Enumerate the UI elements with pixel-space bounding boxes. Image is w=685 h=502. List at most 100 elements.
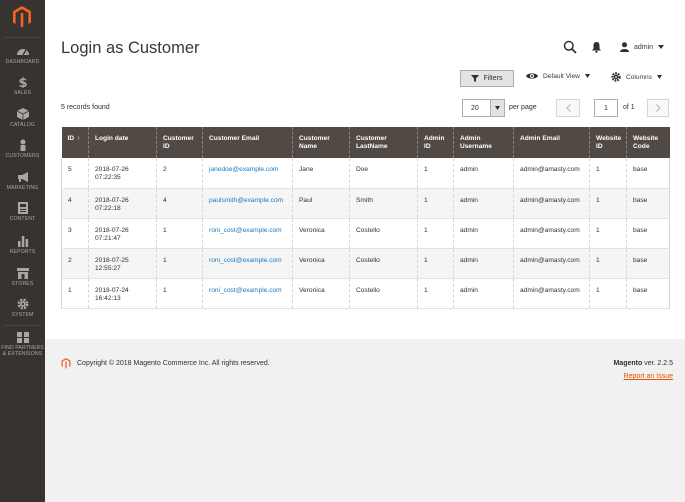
column-header-customer-name[interactable]: Customer Name [292, 127, 350, 158]
report-issue-link[interactable]: Report an Issue [624, 373, 673, 380]
column-header-id[interactable]: ID ↑ [61, 127, 89, 158]
cell-customer-email[interactable]: roni_cost@example.com [202, 218, 293, 249]
cell-admin-username: admin [453, 158, 514, 189]
column-header-website-code[interactable]: Website Code [626, 127, 670, 158]
sidebar-item-dashboard[interactable]: Dashboard [0, 45, 45, 65]
sidebar-item-label: Customers [5, 153, 40, 159]
header-label: Admin [424, 135, 445, 142]
cell-admin-email: admin@amasty.com [513, 248, 590, 279]
per-page-toggle[interactable] [490, 100, 504, 116]
cell-customer-id: 1 [156, 278, 203, 309]
filter-icon [471, 75, 480, 82]
cell-website-id: 1 [589, 278, 627, 309]
login-time: 07:21:47 [95, 234, 121, 242]
sidebar-item-stores[interactable]: Stores [0, 267, 45, 287]
table-row[interactable]: 1 2018-07-24 16:42:13 1 roni_cost@example… [61, 278, 670, 309]
column-header-admin-id[interactable]: Admin ID [417, 127, 454, 158]
cell-customer-name: Paul [292, 188, 350, 219]
svg-text:$: $ [18, 76, 27, 88]
column-header-website-id[interactable]: Website ID [589, 127, 627, 158]
column-header-admin-email[interactable]: Admin Email [513, 127, 590, 158]
sidebar-item-label: Dashboard [5, 59, 40, 65]
page-title: Login as Customer [61, 39, 200, 57]
megaphone-icon [17, 172, 28, 182]
default-view-dropdown[interactable]: Default View [526, 72, 590, 80]
cell-customer-email[interactable]: roni_cost@example.com [202, 248, 293, 279]
cell-login-date: 2018-07-26 07:22:18 [88, 188, 157, 219]
cell-customer-lastname: Costello [349, 218, 418, 249]
previous-page-button[interactable] [556, 99, 580, 117]
search-icon[interactable] [563, 40, 577, 54]
login-time: 12:55:27 [95, 264, 121, 272]
sidebar-item-marketing[interactable]: Marketing [0, 171, 45, 191]
filters-button[interactable]: Filters [460, 70, 514, 87]
table-row[interactable]: 4 2018-07-26 07:22:18 4 paulsmith@example… [61, 188, 670, 219]
sidebar-item-catalog[interactable]: Catalog [0, 108, 45, 128]
next-page-button[interactable] [647, 99, 669, 117]
cell-admin-id: 1 [417, 218, 454, 249]
cell-admin-id: 1 [417, 188, 454, 219]
dashboard-icon [16, 49, 29, 56]
per-page-select[interactable]: 20 [462, 99, 505, 117]
sort-arrow-up-icon: ↑ [77, 136, 81, 142]
cell-website-id: 1 [589, 218, 627, 249]
cell-id: 4 [61, 188, 89, 219]
table-row[interactable]: 5 2018-07-26 07:22:35 2 janedoe@example.c… [61, 158, 670, 189]
sidebar-item-reports[interactable]: Reports [0, 235, 45, 255]
login-date: 2018-07-24 [95, 286, 129, 294]
cell-customer-name: Veronica [292, 248, 350, 279]
column-header-admin-username[interactable]: Admin Username [453, 127, 514, 158]
user-menu[interactable]: admin [620, 41, 665, 53]
user-name: admin [634, 43, 654, 51]
cell-customer-lastname: Costello [349, 248, 418, 279]
login-time: 07:22:35 [95, 174, 121, 181]
cell-customer-email[interactable]: roni_cost@example.com [202, 278, 293, 309]
brand-name: Magento [613, 360, 643, 367]
eye-icon [526, 73, 538, 79]
bell-icon[interactable] [591, 41, 602, 53]
column-header-customer-lastname[interactable]: Customer LastName [349, 127, 418, 158]
sidebar-item-customers[interactable]: Customers [0, 139, 45, 159]
header-label: ID [163, 143, 170, 150]
column-header-customer-id[interactable]: Customer ID [156, 127, 203, 158]
sidebar-item-label: Catalog [10, 122, 35, 128]
sidebar-item-system[interactable]: System [0, 298, 45, 318]
filters-label: Filters [483, 75, 503, 82]
cell-customer-name: Veronica [292, 218, 350, 249]
header-label: Customer [163, 135, 194, 142]
column-header-login-date[interactable]: Login date [88, 127, 157, 158]
caret-down-icon [658, 45, 665, 49]
header-label: Admin Email [520, 135, 560, 142]
header-label: Website [596, 135, 622, 142]
cell-customer-email[interactable]: paulsmith@example.com [202, 188, 293, 219]
cell-login-date: 2018-07-26 07:21:47 [88, 218, 157, 249]
sidebar-item-content[interactable]: Content [0, 202, 45, 222]
column-header-customer-email[interactable]: Customer Email [202, 127, 293, 158]
header-label: Name [299, 143, 317, 150]
cell-customer-email[interactable]: janedoe@example.com [202, 158, 293, 189]
caret-down-icon [584, 74, 590, 78]
sidebar-item-label: System [11, 312, 34, 318]
per-page-label: per page [509, 104, 537, 111]
gear-icon [611, 72, 621, 82]
chevron-right-icon [655, 104, 661, 112]
table-row[interactable]: 2 2018-07-25 12:55:27 1 roni_cost@example… [61, 248, 670, 279]
cell-id: 3 [61, 218, 89, 249]
sidebar-item-find-partners[interactable]: Find Partners & Extensions [0, 331, 45, 357]
cell-customer-id: 4 [156, 188, 203, 219]
columns-dropdown[interactable]: Columns [611, 72, 663, 82]
sidebar-item-sales[interactable]: $ Sales [0, 76, 45, 96]
columns-label: Columns [626, 73, 653, 81]
login-date: 2018-07-26 [95, 226, 129, 234]
header-label: ID [596, 143, 603, 150]
sidebar-item-label: Marketing [6, 185, 39, 191]
header-label: Code [633, 143, 650, 150]
table-row[interactable]: 3 2018-07-26 07:21:47 1 roni_cost@example… [61, 218, 670, 249]
chevron-left-icon [565, 104, 571, 112]
page-number-input[interactable]: 1 [594, 99, 618, 117]
sidebar-divider [4, 37, 41, 38]
cell-customer-id: 1 [156, 218, 203, 249]
cell-login-date: 2018-07-25 12:55:27 [88, 248, 157, 279]
sidebar-item-label: & Extensions [2, 351, 43, 357]
magento-logo[interactable] [12, 6, 32, 28]
